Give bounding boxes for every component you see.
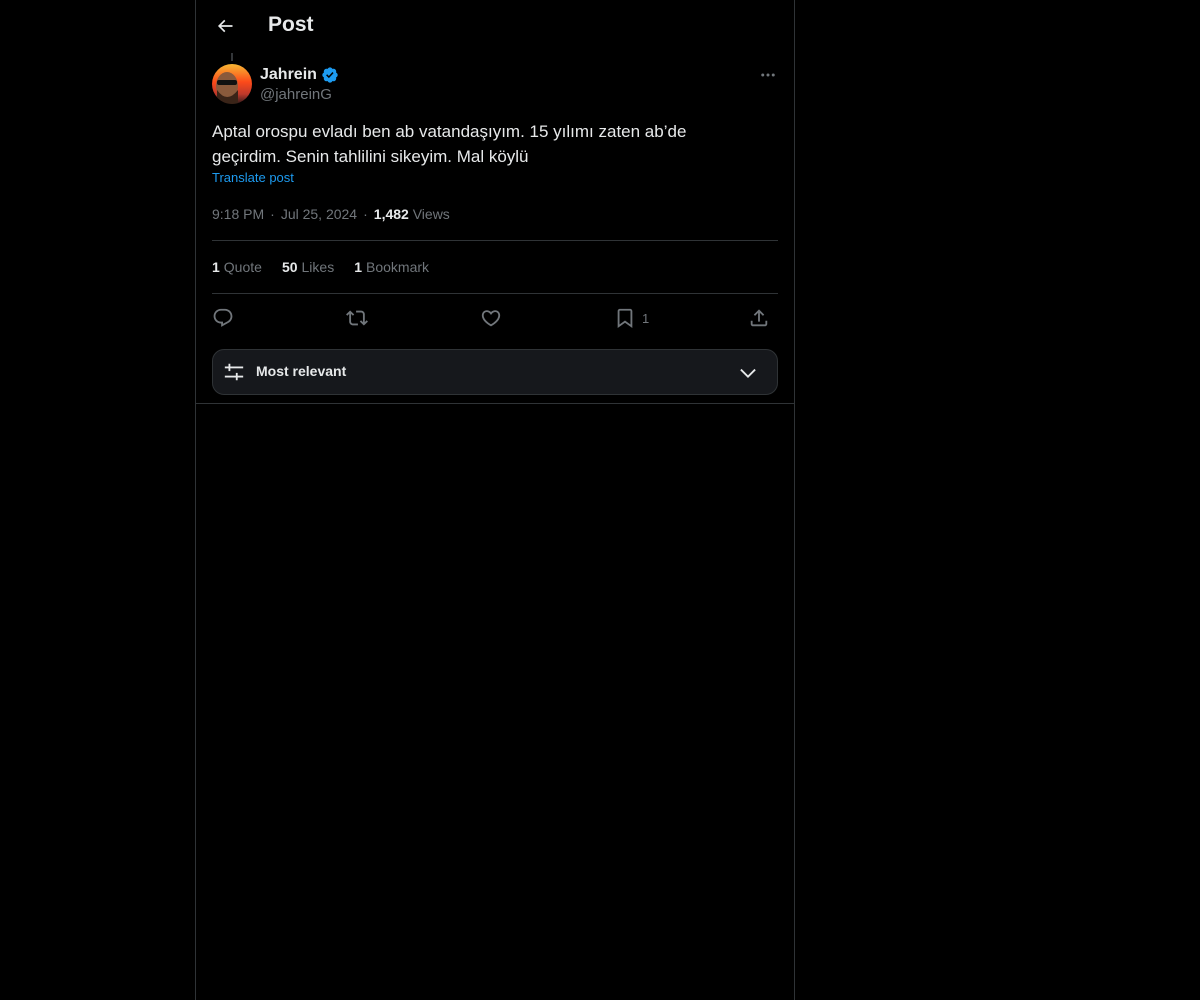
- post-text-line: Aptal orospu evladı ben ab vatandaşıyım.…: [212, 122, 687, 141]
- likes-count: 50: [281, 259, 298, 275]
- reply-icon: [212, 307, 234, 329]
- arrow-left-icon: [215, 16, 235, 36]
- likes-stat[interactable]: 50 Likes: [282, 259, 334, 275]
- like-button[interactable]: [480, 302, 502, 334]
- post-text-line: geçirdim. Senin tahlilini sikeyim. Mal k…: [212, 147, 529, 166]
- post-text: Aptal orospu evladı ben ab vatandaşıyım.…: [212, 119, 778, 169]
- bookmarks-stat[interactable]: 1 Bookmark: [354, 259, 429, 275]
- post-date[interactable]: Jul 25, 2024: [281, 206, 357, 222]
- bookmarks-label: Bookmark: [366, 259, 430, 275]
- meta-separator: ·: [363, 206, 368, 222]
- more-dots-icon: [759, 66, 777, 84]
- repost-button[interactable]: [346, 302, 368, 334]
- author-display-name[interactable]: Jahrein: [260, 66, 317, 84]
- views-stat[interactable]: 1,482 Views: [374, 206, 450, 222]
- thread-connector-line: [231, 53, 233, 61]
- author-handle[interactable]: @jahreinG: [260, 86, 332, 103]
- meta-separator: ·: [270, 206, 275, 222]
- post-column: Post Jahrein @jahreinG Aptal orospu evla…: [195, 0, 795, 1000]
- share-icon: [748, 307, 770, 329]
- engagement-stats: 1 Quote 50 Likes 1 Bookmark: [212, 257, 429, 277]
- divider: [212, 293, 778, 294]
- bookmark-button[interactable]: 1: [614, 302, 649, 334]
- translate-post-link[interactable]: Translate post: [212, 170, 294, 185]
- bookmark-icon: [614, 307, 636, 329]
- sort-label: Most relevant: [256, 363, 347, 379]
- share-button[interactable]: [748, 302, 770, 334]
- chevron-down-icon: [737, 362, 759, 384]
- more-options-button[interactable]: [754, 64, 782, 86]
- page-title: Post: [268, 13, 314, 36]
- post-actions: 1: [212, 302, 778, 334]
- verified-badge-icon[interactable]: [321, 66, 339, 84]
- quotes-count: 1: [212, 259, 220, 275]
- avatar[interactable]: [212, 64, 252, 104]
- author-name-row: Jahrein: [260, 64, 339, 86]
- quotes-label: Quote: [223, 259, 262, 275]
- divider: [212, 240, 778, 241]
- bookmarks-count: 1: [354, 259, 362, 275]
- heart-icon: [480, 307, 502, 329]
- post-time[interactable]: 9:18 PM: [212, 206, 264, 222]
- repost-icon: [346, 307, 368, 329]
- likes-label: Likes: [301, 259, 335, 275]
- views-count: 1,482: [373, 206, 409, 222]
- post-header: Post: [196, 0, 794, 53]
- quotes-stat[interactable]: 1 Quote: [212, 259, 262, 275]
- reply-sort-dropdown[interactable]: Most relevant: [212, 349, 778, 395]
- sliders-icon: [223, 361, 245, 383]
- bookmark-count: 1: [642, 310, 650, 326]
- back-button[interactable]: [208, 9, 242, 43]
- views-label: Views: [412, 206, 450, 222]
- reply-button[interactable]: [212, 302, 234, 334]
- post-meta: 9:18 PM · Jul 25, 2024 · 1,482 Views: [212, 204, 450, 224]
- section-divider: [196, 403, 794, 404]
